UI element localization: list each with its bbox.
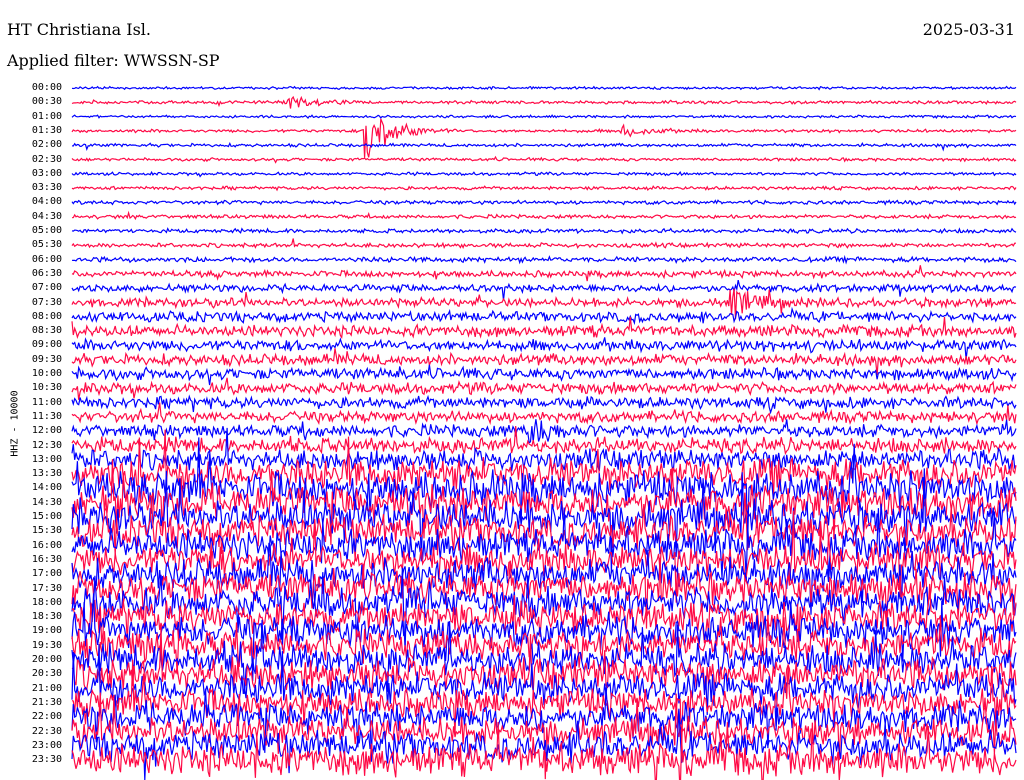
trace-0600 [71,254,1017,265]
trace-0400 [71,199,1017,206]
trace-0100 [71,114,1017,120]
trace-1130 [71,402,1017,426]
trace-1300 [71,427,1017,472]
trace-0000 [71,85,1017,91]
trace-0200 [71,141,1017,152]
trace-1200 [71,419,1017,444]
trace-0030 [71,95,1017,109]
trace-0300 [71,170,1017,178]
trace-0130 [71,118,1017,158]
trace-1900 [71,593,1017,682]
helicorder-plot [71,85,1017,780]
trace-0330 [71,185,1017,192]
trace-0800 [71,306,1017,326]
trace-1100 [71,394,1017,415]
trace-0700 [71,279,1017,301]
trace-0630 [71,265,1017,282]
trace-0530 [71,238,1016,250]
trace-0500 [71,227,1017,235]
trace-0230 [71,155,1017,164]
trace-0430 [71,210,1017,221]
trace-1030 [71,377,1017,400]
trace-1000 [71,364,1017,386]
trace-0830 [71,316,1017,340]
